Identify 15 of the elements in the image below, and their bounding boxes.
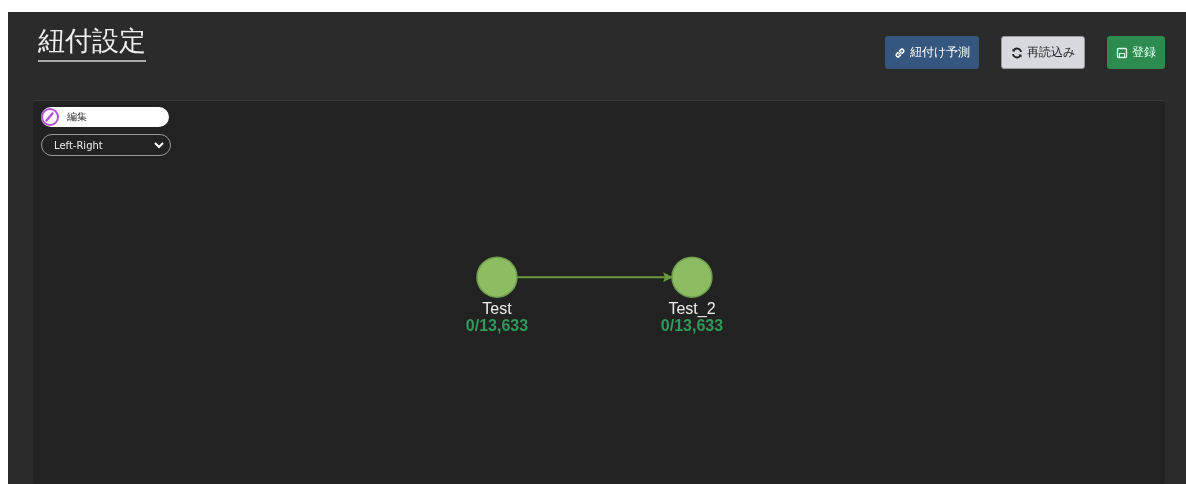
reload-button[interactable]: 再読込み (1001, 36, 1085, 69)
edit-toggle[interactable]: 編集 (41, 107, 169, 127)
node-name: Test_2 (668, 301, 716, 318)
link-icon (894, 46, 906, 59)
refresh-icon (1011, 46, 1023, 59)
node-name: Test (482, 301, 512, 318)
node-count: 0/13,633 (660, 317, 724, 335)
page-title: 紐付設定 (38, 26, 146, 62)
predict-button[interactable]: 紐付け予測 (885, 36, 979, 69)
graph-node[interactable] (476, 256, 518, 298)
node-count: 0/13,633 (465, 317, 529, 335)
graph-node[interactable] (671, 256, 713, 298)
chevron-icon (154, 141, 164, 149)
pencil-icon (41, 108, 59, 126)
save-button[interactable]: 登録 (1107, 36, 1165, 69)
